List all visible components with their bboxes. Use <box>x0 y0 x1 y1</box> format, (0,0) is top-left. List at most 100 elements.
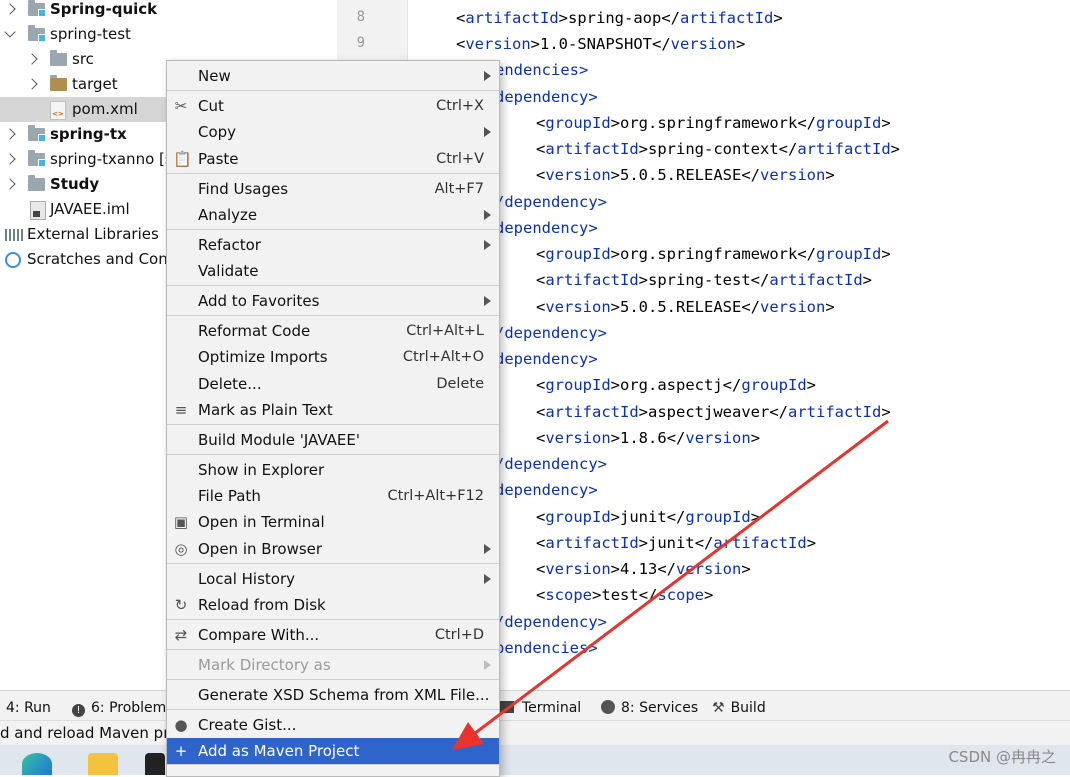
code-line: <artifactId>spring-context</artifactId> <box>536 136 900 162</box>
tree-item-pom-xml[interactable]: <> pom.xml <box>0 97 166 122</box>
explorer-icon[interactable] <box>88 753 118 775</box>
tree-item-spring-quick[interactable]: Spring-quick <box>0 0 335 22</box>
menu-item-validate[interactable]: Validate <box>167 258 499 284</box>
menu-item-generate-xsd-schema-from-xml-file[interactable]: Generate XSD Schema from XML File... <box>167 682 499 708</box>
code-line: <artifactId>junit</artifactId> <box>536 530 816 556</box>
menu-item-reformat-code[interactable]: Reformat Code Ctrl+Alt+L <box>167 318 499 344</box>
xml-bracket: </ <box>657 560 677 578</box>
menu-separator <box>167 563 499 564</box>
xml-bracket: > <box>750 508 761 526</box>
menu-item-mark-as-plain-text[interactable]: ≡ Mark as Plain Text <box>167 397 499 423</box>
menu-item-delete[interactable]: Delete... Delete <box>167 371 499 397</box>
submenu-arrow-icon <box>484 660 491 670</box>
module-folder-icon <box>28 25 46 42</box>
menu-item-copy[interactable]: Copy <box>167 119 499 145</box>
chevron-right-icon[interactable] <box>4 153 16 165</box>
menu-item-refactor[interactable]: Refactor <box>167 232 499 258</box>
xml-bracket: </ <box>638 586 658 604</box>
run-tab[interactable]: 4: Run <box>6 691 51 721</box>
problems-tab[interactable]: ! 6: Problems <box>72 691 174 721</box>
menu-item-build-module-javaee[interactable]: Build Module 'JAVAEE' <box>167 427 499 453</box>
menu-item-open-in-browser[interactable]: ◎ Open in Browser <box>167 536 499 562</box>
code-line: <scope>test</scope> <box>536 582 713 608</box>
xml-bracket: > <box>610 560 621 578</box>
code-line: <version>5.0.5.RELEASE</version> <box>536 162 835 188</box>
xml-bracket: </ <box>741 298 761 316</box>
chevron-right-icon[interactable] <box>26 78 38 90</box>
terminal-tab[interactable]: Terminal <box>500 691 581 721</box>
services-icon <box>601 700 615 714</box>
code-line: /dependency> <box>495 189 607 215</box>
xml-bracket: </ <box>652 35 671 53</box>
menu-separator <box>167 285 499 286</box>
xml-tag: dependency> <box>495 219 598 237</box>
menu-item-label: Copy <box>198 123 237 141</box>
menu-item-file-path[interactable]: File Path Ctrl+Alt+F12 <box>167 483 499 509</box>
submenu-arrow-icon <box>484 240 491 250</box>
create-gist-icon: ● <box>174 716 188 734</box>
tree-item-spring-test[interactable]: spring-test <box>0 22 335 47</box>
xml-value: 1.0-SNAPSHOT <box>540 35 652 53</box>
menu-item-local-history[interactable]: Local History <box>167 566 499 592</box>
xml-bracket: < <box>536 429 546 447</box>
xml-bracket: > <box>825 166 835 184</box>
services-tab[interactable]: 8: Services <box>601 691 698 721</box>
code-line: <groupId>junit</groupId> <box>536 504 760 530</box>
menu-item-add-to-favorites[interactable]: Add to Favorites <box>167 288 499 314</box>
menu-item-create-gist[interactable]: ● Create Gist... <box>167 712 499 738</box>
xml-bracket: > <box>610 508 621 526</box>
xml-bracket: > <box>530 35 541 53</box>
xml-bracket: < <box>536 271 546 289</box>
terminal-icon <box>500 701 514 713</box>
intellij-icon[interactable] <box>145 753 165 775</box>
menu-item-analyze[interactable]: Analyze <box>167 202 499 228</box>
xml-tag: version <box>685 429 751 447</box>
xml-bracket: > <box>881 403 891 421</box>
edge-icon[interactable] <box>22 753 52 775</box>
menu-item-label: Paste <box>198 150 239 168</box>
xml-bracket: > <box>558 9 569 27</box>
chevron-right-icon[interactable] <box>4 3 16 15</box>
menu-item-find-usages[interactable]: Find Usages Alt+F7 <box>167 176 499 202</box>
xml-value: 5.0.5.RELEASE <box>620 298 742 316</box>
xml-tag: /dependency> <box>495 613 607 631</box>
watermark: CSDN @冉冉之 <box>948 748 1056 766</box>
menu-item-label: Add as Maven Project <box>198 742 360 760</box>
chevron-right-icon[interactable] <box>26 53 38 65</box>
submenu-arrow-icon <box>484 127 491 137</box>
xml-bracket: < <box>536 140 546 158</box>
menu-item-shortcut: Ctrl+X <box>436 98 484 114</box>
xml-tag: artifactId <box>797 140 891 158</box>
xml-value: junit <box>648 534 695 552</box>
tree-item-label: spring-tx <box>50 125 127 143</box>
xml-value: org.springframework <box>620 245 798 263</box>
menu-item-optimize-imports[interactable]: Optimize Imports Ctrl+Alt+O <box>167 344 499 370</box>
menu-item-new[interactable]: New <box>167 63 499 89</box>
xml-value: spring-aop <box>568 9 662 27</box>
menu-item-compare-with[interactable]: ⇄ Compare With... Ctrl+D <box>167 622 499 648</box>
code-line: <artifactId>spring-aop</artifactId> <box>456 5 783 31</box>
build-tab[interactable]: ⚒ Build <box>712 691 766 721</box>
xml-bracket: </ <box>694 534 714 552</box>
tool-window-bar: 4: Run ! 6: Problems Terminal 8: Services… <box>0 690 1070 721</box>
chevron-right-icon[interactable] <box>4 128 16 140</box>
xml-tag: version <box>676 560 742 578</box>
menu-item-open-in-terminal[interactable]: ▣ Open in Terminal <box>167 509 499 535</box>
code-editor[interactable]: <artifactId>spring-aop</artifactId> <vers… <box>408 0 1070 690</box>
menu-item-show-in-explorer[interactable]: Show in Explorer <box>167 457 499 483</box>
menu-item-label: Add to Favorites <box>198 292 320 310</box>
chevron-down-icon[interactable] <box>4 26 16 38</box>
menu-item-shortcut: Ctrl+Alt+F12 <box>387 488 484 504</box>
menu-item-label: Analyze <box>198 206 258 224</box>
xml-tag: /dependency> <box>495 324 607 342</box>
xml-bracket: < <box>536 403 546 421</box>
xml-value: test <box>601 586 639 604</box>
menu-item-paste[interactable]: 📋 Paste Ctrl+V <box>167 146 499 172</box>
menu-item-label: Refactor <box>198 236 261 254</box>
chevron-right-icon[interactable] <box>4 178 16 190</box>
menu-item-cut[interactable]: ✂ Cut Ctrl+X <box>167 93 499 119</box>
menu-item-label: Open in Terminal <box>198 513 325 531</box>
menu-item-add-as-maven-project[interactable]: + Add as Maven Project <box>167 738 499 764</box>
xml-bracket: </ <box>666 429 686 447</box>
menu-item-reload-from-disk[interactable]: ↻ Reload from Disk <box>167 592 499 618</box>
